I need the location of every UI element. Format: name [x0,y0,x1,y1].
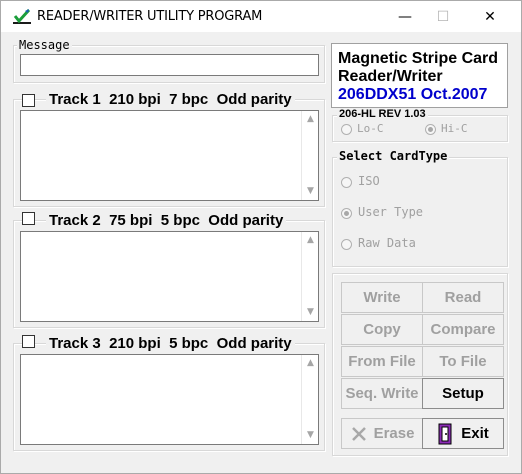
track3-bpc: 5 bpc [169,335,209,352]
track3-scrollbar[interactable]: ▲ ▼ [301,355,318,444]
track2-data-field[interactable]: ▲ ▼ [20,231,319,322]
iso-label: ISO [358,174,380,188]
x-erase-icon [351,426,366,441]
track2-bpi: 75 bpi [109,212,153,229]
device-info-panel: Magnetic Stripe Card Reader/Writer 206DD… [331,43,508,108]
scroll-up-icon[interactable]: ▲ [302,232,319,249]
exit-button[interactable]: Exit [422,418,504,449]
info-line-type: Reader/Writer [338,68,443,85]
track3-title: Track 3 210 bpi 5 bpc Odd parity [46,335,295,352]
track2-scrollbar[interactable]: ▲ ▼ [301,232,318,321]
track1-label: Track 1 [49,91,101,108]
hi-c-radio[interactable] [425,124,436,135]
track3-parity: Odd parity [216,335,292,352]
track3-label: Track 3 [49,335,101,352]
info-line-product: Magnetic Stripe Card [338,50,499,67]
track2-checkbox[interactable] [22,212,35,225]
seq-write-button[interactable]: Seq. Write [341,378,423,409]
track1-bpc: 7 bpc [169,91,209,108]
track2-parity: Odd parity [208,212,284,229]
lo-c-label: Lo-C [357,122,384,135]
maximize-icon: ☐ [436,8,450,25]
track1-title: Track 1 210 bpi 7 bpc Odd parity [46,91,295,108]
scroll-up-icon[interactable]: ▲ [302,355,319,372]
scroll-down-icon[interactable]: ▼ [302,304,319,321]
hi-c-label: Hi-C [441,122,468,135]
track1-checkbox[interactable] [22,94,35,107]
close-button[interactable]: ✕ [467,1,513,32]
track2-title: Track 2 75 bpi 5 bpc Odd parity [46,212,287,229]
door-exit-icon [438,423,452,444]
user-type-radio[interactable] [341,208,352,219]
raw-data-radio[interactable] [341,239,352,250]
lo-c-radio[interactable] [341,124,352,135]
window-title: READER/WRITER UTILITY PROGRAM [37,9,263,24]
main-window: READER/WRITER UTILITY PROGRAM — ☐ ✕ Mess… [0,0,522,474]
track1-scrollbar[interactable]: ▲ ▼ [301,111,318,200]
title-bar[interactable]: READER/WRITER UTILITY PROGRAM — ☐ ✕ [1,1,521,32]
scroll-up-icon[interactable]: ▲ [302,111,319,128]
erase-button[interactable]: Erase [341,418,423,449]
track3-checkbox[interactable] [22,335,35,348]
read-button[interactable]: Read [422,282,504,313]
track1-data-field[interactable]: ▲ ▼ [20,110,319,201]
message-field[interactable] [20,54,319,76]
info-line-version: 206DDX51 Oct.2007 [338,86,488,103]
scroll-down-icon[interactable]: ▼ [302,427,319,444]
track2-label: Track 2 [49,212,101,229]
track3-bpi: 210 bpi [109,335,161,352]
write-button[interactable]: Write [341,282,423,313]
card-type-label: Select CardType [337,149,450,163]
track2-bpc: 5 bpc [160,212,200,229]
message-label: Message [17,38,72,52]
coercivity-label: 206-HL REV 1.03 [337,108,428,120]
compare-button[interactable]: Compare [422,314,504,345]
minimize-icon: — [398,8,412,25]
maximize-button: ☐ [420,1,466,32]
copy-button[interactable]: Copy [341,314,423,345]
user-type-label: User Type [358,205,424,219]
close-icon: ✕ [484,8,496,25]
setup-button[interactable]: Setup [422,378,504,409]
track1-bpi: 210 bpi [109,91,161,108]
scroll-down-icon[interactable]: ▼ [302,183,319,200]
to-file-button[interactable]: To File [422,346,504,377]
from-file-button[interactable]: From File [341,346,423,377]
checkmark-pen-icon [13,8,31,24]
track1-parity: Odd parity [216,91,292,108]
raw-data-label: Raw Data [358,236,416,250]
track3-data-field[interactable]: ▲ ▼ [20,354,319,445]
iso-radio[interactable] [341,177,352,188]
